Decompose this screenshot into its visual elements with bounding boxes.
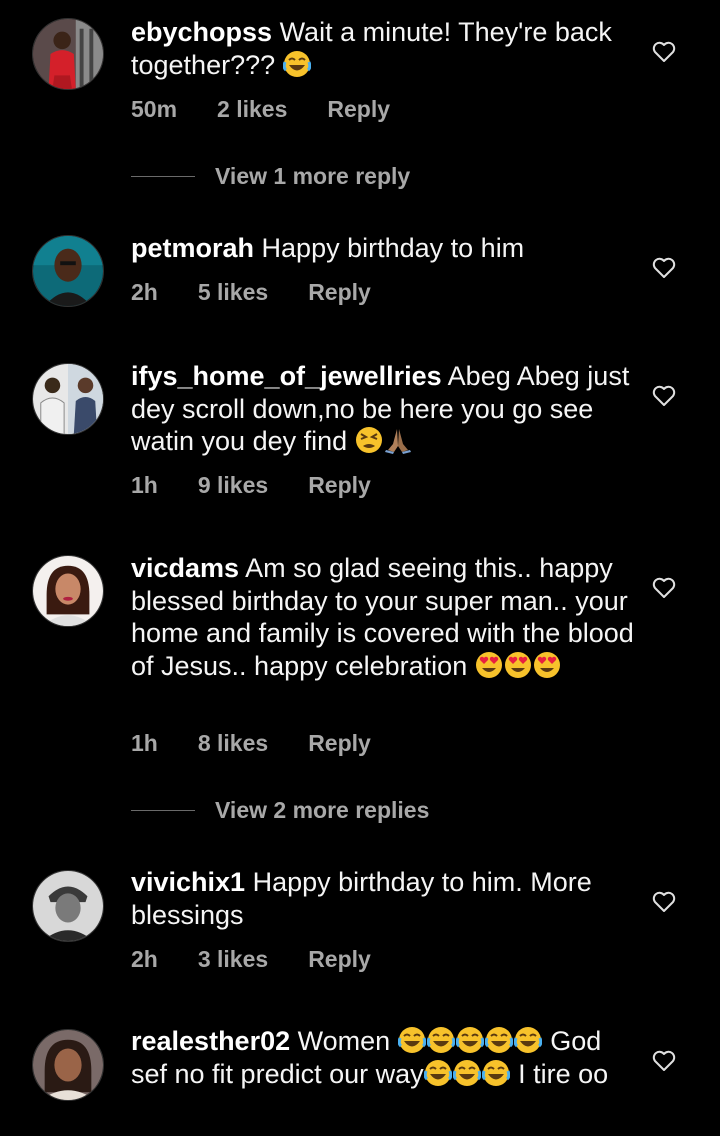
- like-button[interactable]: [652, 891, 676, 913]
- avatar[interactable]: [32, 18, 104, 90]
- comment-meta: 1h 9 likes Reply: [131, 472, 371, 499]
- reply-button[interactable]: Reply: [308, 946, 371, 973]
- folded-hands-emoji: [384, 426, 412, 454]
- heart-eyes-emoji: [504, 651, 532, 679]
- comment-meta: 1h 8 likes Reply: [131, 730, 371, 757]
- avatar[interactable]: [32, 870, 104, 942]
- view-more-replies[interactable]: View 1 more reply: [131, 163, 410, 190]
- avatar-image: [33, 364, 103, 434]
- likes-count[interactable]: 2 likes: [217, 96, 287, 123]
- comment-text: ebychopss Wait a minute! They're back to…: [131, 16, 636, 81]
- heart-outline-icon: [652, 577, 676, 598]
- avatar-image: [33, 871, 103, 941]
- view-more-replies[interactable]: View 2 more replies: [131, 797, 429, 824]
- heart-outline-icon: [652, 257, 676, 278]
- comment-meta: 2h 3 likes Reply: [131, 946, 371, 973]
- divider-line: [131, 176, 195, 177]
- timestamp: 1h: [131, 730, 158, 756]
- username[interactable]: vivichix1: [131, 867, 245, 897]
- comment-message: I tire oo: [518, 1058, 609, 1089]
- timestamp: 1h: [131, 472, 158, 498]
- username[interactable]: vicdams: [131, 553, 239, 583]
- reply-button[interactable]: Reply: [308, 472, 371, 499]
- comment-text: vivichix1 Happy birthday to him. More bl…: [131, 866, 636, 931]
- timestamp: 2h: [131, 279, 158, 305]
- avatar[interactable]: [32, 1029, 104, 1101]
- laugh-cry-emoji: [426, 1026, 455, 1054]
- like-button[interactable]: [652, 41, 676, 63]
- laugh-cry-emoji: [282, 50, 311, 78]
- timestamp: 2h: [131, 946, 158, 972]
- laugh-cry-emoji: [397, 1026, 426, 1054]
- divider-line: [131, 810, 195, 811]
- comment-meta: 50m 2 likes Reply: [131, 96, 390, 123]
- laugh-cry-emoji: [455, 1026, 484, 1054]
- heart-outline-icon: [652, 1050, 676, 1071]
- avatar[interactable]: [32, 363, 104, 435]
- heart-eyes-emoji: [475, 651, 503, 679]
- laugh-cry-emoji: [484, 1026, 513, 1054]
- comment-text: vicdams Am so glad seeing this.. happy b…: [131, 552, 636, 682]
- likes-count[interactable]: 5 likes: [198, 279, 268, 306]
- avatar-image: [33, 19, 103, 89]
- like-button[interactable]: [652, 385, 676, 407]
- avatar-image: [33, 556, 103, 626]
- username[interactable]: ebychopss: [131, 17, 272, 47]
- laugh-cry-emoji: [423, 1059, 452, 1087]
- comment-text: petmorah Happy birthday to him: [131, 232, 636, 265]
- laugh-cry-emoji: [513, 1026, 542, 1054]
- likes-count[interactable]: 3 likes: [198, 946, 268, 973]
- avatar[interactable]: [32, 235, 104, 307]
- like-button[interactable]: [652, 577, 676, 599]
- avatar-image: [33, 1030, 103, 1100]
- laugh-cry-emoji: [481, 1059, 510, 1087]
- reply-button[interactable]: Reply: [327, 96, 390, 123]
- comment-meta: 2h 5 likes Reply: [131, 279, 371, 306]
- tired-face-emoji: [355, 426, 383, 454]
- likes-count[interactable]: 9 likes: [198, 472, 268, 499]
- username[interactable]: realesther02: [131, 1026, 290, 1056]
- timestamp: 50m: [131, 96, 178, 122]
- like-button[interactable]: [652, 257, 676, 279]
- avatar[interactable]: [32, 555, 104, 627]
- reply-button[interactable]: Reply: [308, 279, 371, 306]
- like-button[interactable]: [652, 1050, 676, 1072]
- reply-button[interactable]: Reply: [308, 730, 371, 757]
- comment-text: ifys_home_of_jewellries Abeg Abeg just d…: [131, 360, 636, 458]
- view-more-label[interactable]: View 2 more replies: [215, 797, 429, 824]
- heart-eyes-emoji: [533, 651, 561, 679]
- heart-outline-icon: [652, 891, 676, 912]
- username[interactable]: ifys_home_of_jewellries: [131, 361, 442, 391]
- likes-count[interactable]: 8 likes: [198, 730, 268, 757]
- view-more-label[interactable]: View 1 more reply: [215, 163, 410, 190]
- avatar-image: [33, 236, 103, 306]
- comment-message: Women: [297, 1026, 391, 1056]
- heart-outline-icon: [652, 41, 676, 62]
- comment-text: realesther02 Women God sef no fit predic…: [131, 1025, 636, 1090]
- comment-message: Happy birthday to him: [261, 233, 525, 263]
- username[interactable]: petmorah: [131, 233, 254, 263]
- laugh-cry-emoji: [452, 1059, 481, 1087]
- heart-outline-icon: [652, 385, 676, 406]
